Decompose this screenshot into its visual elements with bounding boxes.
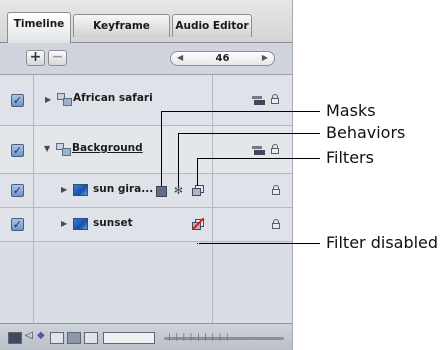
callout-line-masks bbox=[161, 111, 162, 186]
callout-line-filters bbox=[197, 158, 198, 186]
bottom-toolbar: ◁ ◆ | | | | | | | | | bbox=[0, 323, 292, 350]
filter-view-icon[interactable] bbox=[84, 332, 98, 344]
collapse-icon[interactable] bbox=[252, 96, 265, 105]
tab-audio-editor[interactable]: Audio Editor bbox=[172, 14, 252, 37]
layer-name[interactable]: Background bbox=[72, 142, 143, 154]
tab-keyframe-editor[interactable]: Keyframe Editor bbox=[73, 14, 170, 55]
layer-enable-checkbox[interactable]: ✓ bbox=[11, 94, 24, 107]
filter-disabled-icon[interactable] bbox=[191, 217, 205, 231]
mask-icon[interactable] bbox=[156, 186, 167, 197]
tab-bar: Timeline Keyframe Editor Audio Editor bbox=[0, 0, 292, 55]
video-view-icon[interactable] bbox=[8, 332, 22, 344]
disclosure-expanded-icon[interactable]: ▼ bbox=[44, 144, 50, 153]
layer-name[interactable]: African safari bbox=[73, 92, 153, 104]
column-divider bbox=[33, 75, 34, 323]
collapse-icon[interactable] bbox=[252, 146, 265, 155]
column-divider bbox=[212, 75, 213, 323]
audio-view-icon[interactable]: ◁ bbox=[25, 330, 33, 341]
layer-thumbnail-icon bbox=[73, 184, 88, 196]
callout-label-masks: Masks bbox=[326, 101, 376, 120]
timeline-toolbar: + − ◀ 46 ▶ bbox=[0, 43, 292, 75]
group-icon bbox=[56, 143, 71, 156]
lock-icon[interactable] bbox=[272, 219, 280, 229]
track-height-icon[interactable] bbox=[103, 332, 155, 344]
layer-name[interactable]: sun gira... bbox=[93, 183, 153, 195]
layer-enable-checkbox[interactable]: ✓ bbox=[11, 218, 24, 231]
layer-thumbnail-icon bbox=[73, 218, 88, 230]
callout-line-filters bbox=[197, 158, 320, 159]
layer-enable-checkbox[interactable]: ✓ bbox=[11, 144, 24, 157]
layers-list: ✓ ▶ African safari ✓ ▼ Background ✓ ▶ su… bbox=[0, 75, 292, 323]
current-frame-field[interactable]: ◀ 46 ▶ bbox=[170, 51, 275, 66]
behavior-view-icon[interactable] bbox=[67, 332, 81, 344]
layer-row-sunset[interactable]: ✓ ▶ sunset bbox=[0, 208, 292, 242]
callout-label-behaviors: Behaviors bbox=[326, 123, 406, 142]
layer-enable-checkbox[interactable]: ✓ bbox=[11, 184, 24, 197]
layer-row-african-safari[interactable]: ✓ ▶ African safari bbox=[0, 75, 292, 126]
tab-timeline[interactable]: Timeline bbox=[7, 12, 71, 43]
add-layer-button[interactable]: + bbox=[26, 50, 45, 66]
callout-line-behaviors bbox=[178, 133, 320, 134]
filter-icon[interactable] bbox=[192, 185, 204, 196]
behavior-gear-icon[interactable]: ✻ bbox=[173, 185, 184, 196]
lock-icon[interactable] bbox=[271, 144, 279, 154]
callout-line-behaviors bbox=[178, 133, 179, 186]
layer-name[interactable]: sunset bbox=[93, 217, 133, 229]
timeline-panel: Timeline Keyframe Editor Audio Editor + … bbox=[0, 0, 293, 350]
group-icon bbox=[57, 93, 72, 106]
disclosure-collapsed-icon[interactable]: ▶ bbox=[61, 185, 67, 194]
zoom-slider-ticks: | | | | | | | | | bbox=[168, 332, 230, 341]
remove-layer-button[interactable]: − bbox=[48, 50, 67, 66]
callout-line-filter-disabled bbox=[199, 243, 320, 244]
disclosure-collapsed-icon[interactable]: ▶ bbox=[61, 219, 67, 228]
frame-increment-icon[interactable]: ▶ bbox=[262, 53, 268, 62]
mask-view-icon[interactable] bbox=[50, 332, 64, 344]
callout-line-filter-disabled bbox=[197, 243, 198, 244]
keyframe-view-icon[interactable]: ◆ bbox=[37, 330, 45, 341]
lock-icon[interactable] bbox=[272, 185, 280, 195]
current-frame-value: 46 bbox=[215, 53, 230, 64]
callout-label-filters: Filters bbox=[326, 148, 374, 167]
callout-line-masks bbox=[161, 111, 320, 112]
disclosure-collapsed-icon[interactable]: ▶ bbox=[45, 95, 51, 104]
lock-icon[interactable] bbox=[271, 94, 279, 104]
layer-row-sun-giraffe[interactable]: ✓ ▶ sun gira... ✻ bbox=[0, 174, 292, 208]
callout-label-filter-disabled: Filter disabled bbox=[326, 233, 439, 252]
